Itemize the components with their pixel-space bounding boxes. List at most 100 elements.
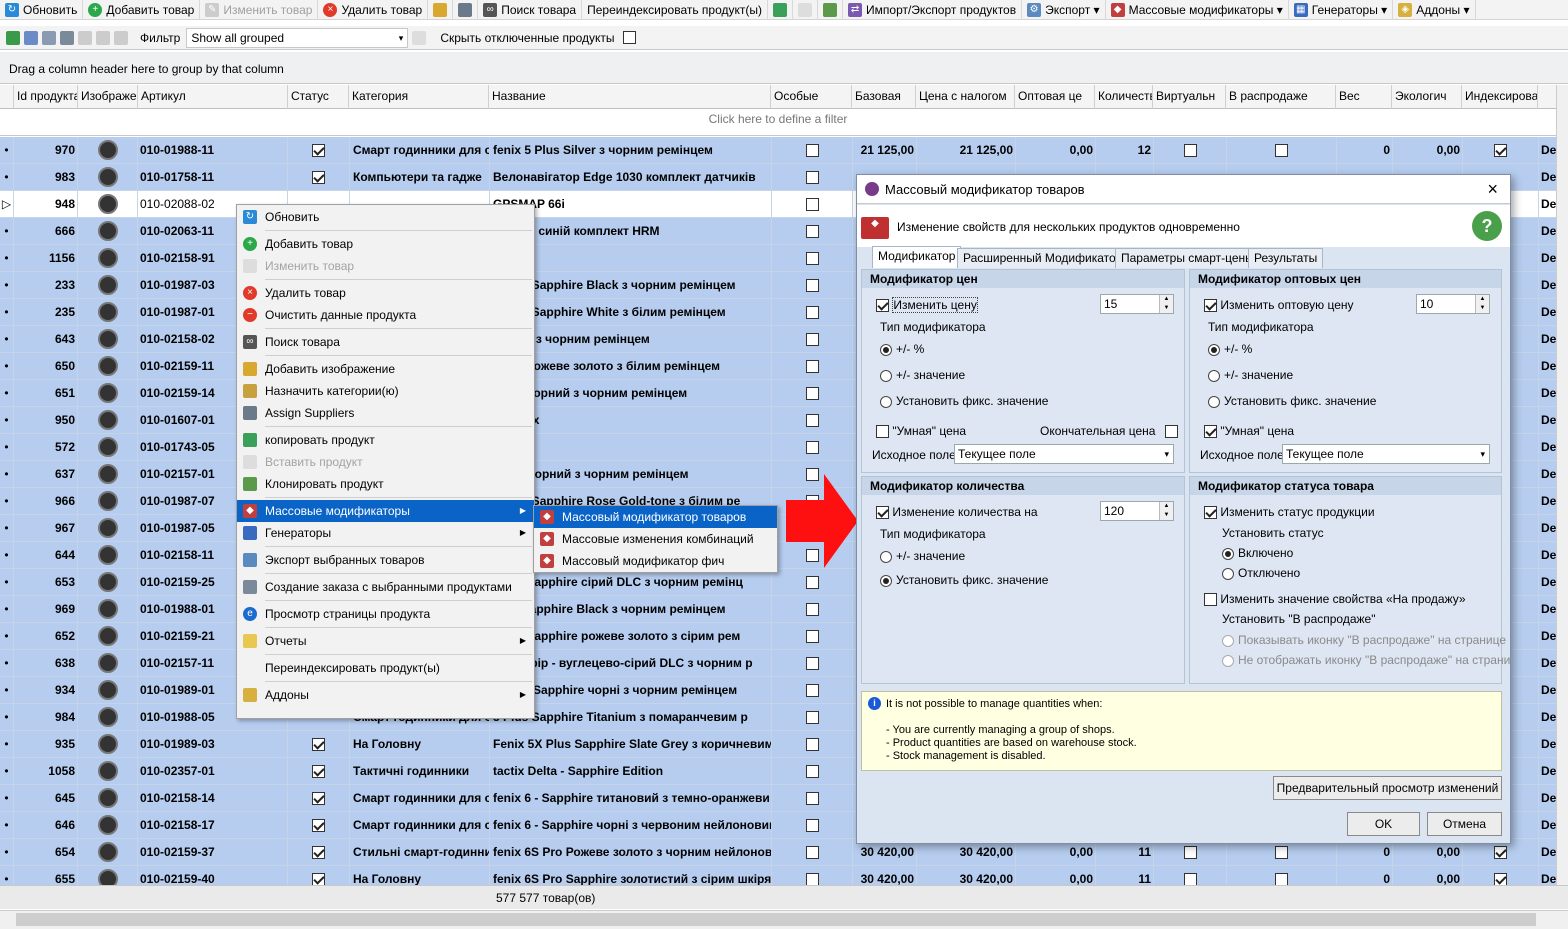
cell-virtual[interactable]	[1154, 137, 1227, 164]
cell-category[interactable]: Смарт годинники для с	[350, 785, 490, 812]
row-indicator[interactable]: •	[0, 569, 14, 596]
cell-image[interactable]	[78, 596, 138, 623]
cell-name[interactable]: fenix 5 Plus Silver з чорним ремінцем	[490, 137, 772, 164]
special-checkbox[interactable]	[805, 144, 819, 158]
status-checkbox[interactable]	[312, 873, 325, 885]
wholesale-opt-percent[interactable]: +/- %	[1208, 342, 1252, 356]
special-checkbox[interactable]	[805, 198, 819, 212]
delete-product-button[interactable]: × Удалить товар	[318, 0, 429, 20]
menu-item-mass-modifiers[interactable]: ◆ Массовые модификаторы ▶	[237, 500, 534, 522]
special-checkbox[interactable]	[805, 360, 819, 374]
cell-special[interactable]	[772, 191, 853, 218]
cell-image[interactable]	[78, 839, 138, 866]
price-source-select[interactable]: Текущее поле ▾	[954, 444, 1174, 464]
status-checkbox[interactable]	[312, 171, 325, 185]
cell-status[interactable]	[288, 785, 350, 812]
close-icon[interactable]: ×	[1487, 175, 1498, 204]
cell-extra[interactable]: De	[1539, 407, 1556, 434]
price-opt-value[interactable]: +/- значение	[880, 368, 965, 382]
cell-name[interactable]: tactix Delta - Sapphire Edition	[490, 758, 772, 785]
filter-icon[interactable]	[412, 30, 427, 45]
refresh-button[interactable]: ↻ Обновить	[0, 0, 84, 20]
cell-status[interactable]	[288, 812, 350, 839]
cell-special[interactable]	[772, 812, 853, 839]
fit-columns-icon[interactable]	[42, 30, 56, 45]
row-indicator[interactable]: •	[0, 299, 14, 326]
cell-extra[interactable]: De	[1539, 839, 1556, 866]
row-indicator[interactable]: •	[0, 515, 14, 542]
preview-changes-button[interactable]: Предварительный просмотр изменений	[1273, 776, 1502, 800]
cell-image[interactable]	[78, 758, 138, 785]
cell-special[interactable]	[772, 731, 853, 758]
cell-tax-price[interactable]: 21 125,00	[917, 137, 1016, 164]
cell-image[interactable]	[78, 353, 138, 380]
cell-id[interactable]: 653	[14, 569, 78, 596]
row-indicator[interactable]: •	[0, 623, 14, 650]
row-indicator[interactable]: •	[0, 596, 14, 623]
cell-extra[interactable]: De	[1539, 731, 1556, 758]
menu-item-add-image[interactable]: Добавить изображение	[237, 358, 534, 380]
tab-modifier[interactable]: Модификатор	[872, 246, 962, 268]
row-indicator[interactable]: •	[0, 677, 14, 704]
row-indicator[interactable]: •	[0, 758, 14, 785]
menu-item-view-page[interactable]: e Просмотр страницы продукта	[237, 603, 534, 625]
cell-sku[interactable]: 010-02159-37	[138, 839, 288, 866]
change-wholesale-checkbox[interactable]	[1204, 299, 1217, 313]
import-export-button[interactable]: ⇄ Импорт/Экспорт продуктов	[843, 0, 1023, 20]
row-indicator[interactable]: •	[0, 353, 14, 380]
menu-item-addons[interactable]: Аддоны ▶	[237, 684, 534, 706]
scroll-thumb[interactable]	[16, 913, 1536, 926]
price-opt-fixed[interactable]: Установить фикс. значение	[880, 394, 1048, 408]
row-indicator[interactable]: •	[0, 245, 14, 272]
cell-extra[interactable]: De	[1539, 812, 1556, 839]
indexed-checkbox[interactable]	[1494, 846, 1507, 860]
cell-id[interactable]: 233	[14, 272, 78, 299]
cell-image[interactable]	[78, 731, 138, 758]
cell-id[interactable]: 967	[14, 515, 78, 542]
cell-extra[interactable]: De	[1539, 434, 1556, 461]
tab-extended-modifier[interactable]: Расширенный Модификатор	[957, 248, 1129, 268]
cell-special[interactable]	[772, 164, 853, 191]
filter-select[interactable]: Show all grouped ▾	[186, 27, 409, 48]
cell-extra[interactable]: De	[1539, 461, 1556, 488]
shop-button[interactable]	[453, 0, 479, 20]
row-indicator[interactable]: •	[0, 866, 14, 885]
cell-image[interactable]	[78, 191, 138, 218]
cell-id[interactable]: 654	[14, 839, 78, 866]
cell-special[interactable]	[772, 839, 853, 866]
cell-special[interactable]	[772, 245, 853, 272]
cell-weight[interactable]: 0	[1337, 137, 1393, 164]
special-checkbox[interactable]	[805, 306, 819, 320]
row-indicator[interactable]: •	[0, 461, 14, 488]
row-indicator[interactable]: •	[0, 407, 14, 434]
menu-item-refresh[interactable]: ↻ Обновить	[237, 206, 534, 228]
cell-special[interactable]	[772, 758, 853, 785]
spin-arrows-icon[interactable]: ▲ ▼	[1159, 502, 1173, 520]
menu-item-assign-suppliers[interactable]: Assign Suppliers	[237, 402, 534, 424]
cell-id[interactable]: 935	[14, 731, 78, 758]
menu-item-reindex[interactable]: Переиндексировать продукт(ы)	[237, 657, 534, 679]
sort-icon[interactable]	[96, 30, 110, 45]
cell-id[interactable]: 652	[14, 623, 78, 650]
cell-sku[interactable]: 010-01988-11	[138, 137, 288, 164]
spin-arrows-icon[interactable]: ▲ ▼	[1475, 295, 1489, 313]
cell-image[interactable]	[78, 137, 138, 164]
column-header[interactable]: Id продукта	[14, 85, 78, 109]
indexed-checkbox[interactable]	[1494, 873, 1507, 885]
special-checkbox[interactable]	[805, 657, 819, 671]
special-checkbox[interactable]	[805, 819, 819, 833]
cell-category[interactable]: Стильні смарт-годинни	[350, 839, 490, 866]
ok-button[interactable]: OK	[1347, 812, 1420, 836]
qty-opt-value[interactable]: +/- значение	[880, 549, 965, 563]
special-checkbox[interactable]	[805, 603, 819, 617]
horizontal-scrollbar[interactable]	[0, 910, 1568, 929]
cell-special[interactable]	[772, 326, 853, 353]
special-checkbox[interactable]	[805, 765, 819, 779]
wholesale-source-select[interactable]: Текущее поле ▾	[1282, 444, 1490, 464]
cell-name[interactable]: fenix 6 - Sapphire титановий з темно-ора…	[490, 785, 772, 812]
menu-item-create-order[interactable]: Создание заказа с выбранными продуктами	[237, 576, 534, 598]
special-checkbox[interactable]	[805, 333, 819, 347]
indexed-checkbox[interactable]	[1494, 144, 1507, 158]
copy-button[interactable]	[768, 0, 794, 20]
cell-sku[interactable]: 010-02158-14	[138, 785, 288, 812]
